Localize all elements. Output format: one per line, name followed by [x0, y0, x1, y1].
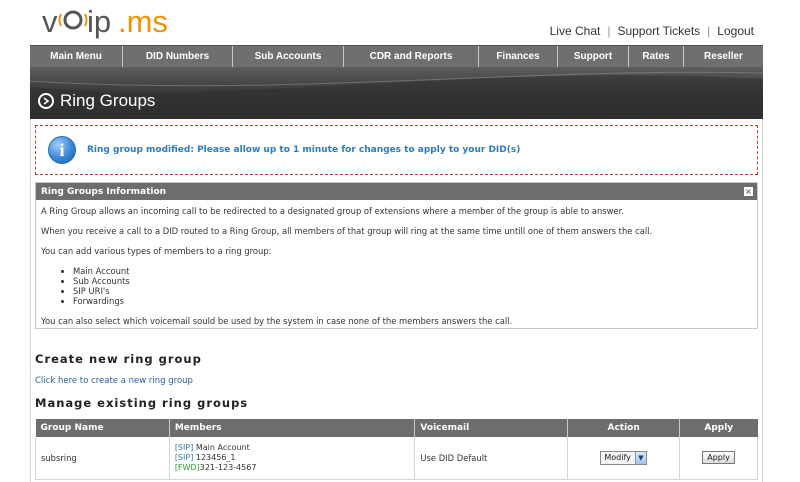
info-panel: Ring Groups Information × A Ring Group a…	[35, 182, 758, 329]
info-paragraph: When you receive a call to a DID routed …	[41, 226, 653, 236]
column-header: Members	[169, 419, 416, 437]
info-panel-header: Ring Groups Information ×	[36, 183, 757, 200]
info-panel-title: Ring Groups Information	[41, 186, 167, 197]
page-title: Ring Groups	[60, 91, 156, 110]
info-paragraph: You can add various types of members to …	[41, 246, 272, 256]
live-chat-link[interactable]: Live Chat	[550, 24, 601, 38]
apply-button[interactable]: Apply	[702, 451, 735, 465]
member-entry: [SIP] 123456_1	[175, 453, 415, 463]
svg-text:.ms: .ms	[118, 4, 168, 39]
info-icon: i	[48, 136, 76, 164]
group-name-cell: subsring	[35, 437, 170, 480]
voicemail-cell: Use DID Default	[414, 437, 569, 480]
voipms-logo[interactable]: v ip .ms	[42, 4, 192, 40]
separator: |	[607, 24, 611, 38]
fwd-tag: [FWD]	[174, 462, 200, 472]
create-heading: Create new ring group	[35, 352, 202, 366]
chevron-right-icon	[38, 93, 54, 109]
list-item: Sub Accounts	[73, 276, 752, 286]
nav-reseller[interactable]: Reseller	[684, 46, 763, 67]
ring-groups-table: Group Name Members Voicemail Action Appl…	[35, 419, 758, 480]
column-header: Action	[567, 419, 681, 437]
nav-cdr-and-reports[interactable]: CDR and Reports	[344, 46, 479, 67]
support-tickets-link[interactable]: Support Tickets	[617, 24, 700, 38]
column-header: Group Name	[35, 419, 170, 437]
members-cell: [SIP] Main Account [SIP] 123456_1 [FWD]3…	[169, 437, 416, 480]
logo-graphic: v ip .ms	[42, 4, 168, 39]
table-header-row: Group Name Members Voicemail Action Appl…	[35, 419, 758, 437]
signal-o-icon	[58, 10, 88, 30]
chevron-down-icon: ▼	[634, 451, 646, 464]
member-types-list: Main Account Sub Accounts SIP URI's Forw…	[73, 266, 752, 306]
logout-link[interactable]: Logout	[717, 24, 754, 38]
manage-heading: Manage existing ring groups	[35, 396, 249, 410]
separator: |	[707, 24, 711, 38]
member-entry: [FWD]321-123-4567	[175, 463, 415, 473]
action-select[interactable]: Modify ▼	[600, 450, 647, 465]
member-value: Main Account	[193, 442, 250, 452]
nav-sub-accounts[interactable]: Sub Accounts	[233, 46, 344, 67]
action-cell: Modify ▼	[567, 437, 681, 480]
main-nav: Main Menu DID Numbers Sub Accounts CDR a…	[30, 45, 763, 67]
close-icon[interactable]: ×	[744, 187, 753, 196]
top-links: Live Chat | Support Tickets | Logout	[550, 24, 754, 38]
sip-tag: [SIP]	[174, 452, 194, 462]
notice-message: Ring group modified: Please allow up to …	[87, 145, 521, 155]
nav-rates[interactable]: Rates	[629, 46, 684, 67]
create-ring-group-link[interactable]: Click here to create a new ring group	[35, 376, 193, 386]
list-item: Forwardings	[73, 296, 752, 306]
nav-did-numbers[interactable]: DID Numbers	[123, 46, 233, 67]
sip-tag: [SIP]	[174, 442, 194, 452]
info-paragraph: A Ring Group allows an incoming call to …	[41, 206, 625, 216]
nav-support[interactable]: Support	[558, 46, 629, 67]
info-paragraph: You can also select which voicemail soul…	[41, 316, 513, 326]
member-value: 123456_1	[193, 452, 236, 462]
apply-cell: Apply	[679, 437, 758, 480]
info-panel-body: A Ring Group allows an incoming call to …	[36, 200, 757, 326]
member-entry: [SIP] Main Account	[175, 443, 415, 453]
svg-text:ip: ip	[87, 4, 111, 39]
header: v ip .ms Live Chat | Support Tickets | L…	[0, 0, 800, 45]
column-header: Apply	[679, 419, 758, 437]
page-banner: Ring Groups	[30, 67, 763, 119]
svg-text:v: v	[42, 4, 58, 39]
list-item: Main Account	[73, 266, 752, 276]
list-item: SIP URI's	[73, 286, 752, 296]
success-notice: i Ring group modified: Please allow up t…	[35, 125, 758, 175]
nav-finances[interactable]: Finances	[479, 46, 558, 67]
member-value: 321-123-4567	[199, 462, 257, 472]
page-title-wrap: Ring Groups	[38, 91, 155, 111]
column-header: Voicemail	[414, 419, 569, 437]
table-row: subsring [SIP] Main Account [SIP] 123456…	[35, 437, 758, 480]
nav-main-menu[interactable]: Main Menu	[30, 46, 123, 67]
action-select-value: Modify	[604, 453, 631, 463]
